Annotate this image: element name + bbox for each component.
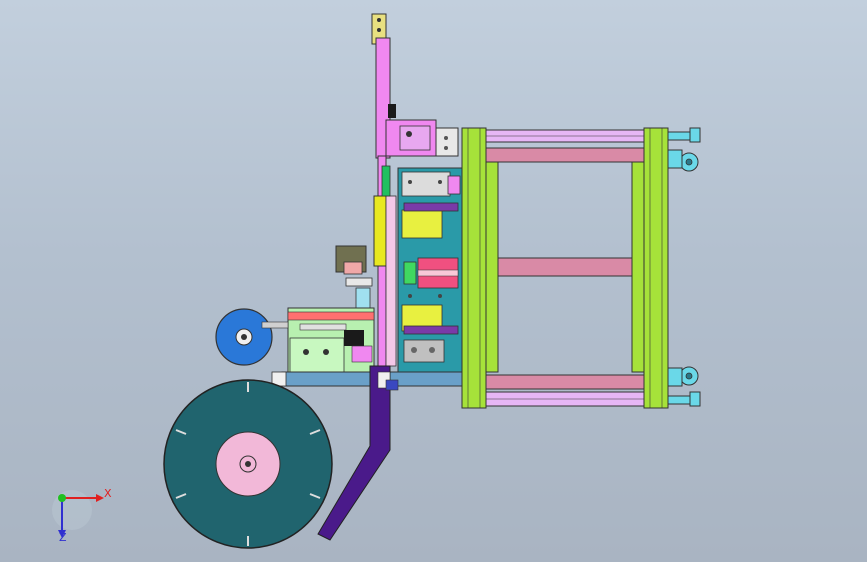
z-axis-label: Z <box>59 531 67 544</box>
caster-top <box>667 127 701 172</box>
machine-frame <box>461 127 701 409</box>
feeder-box <box>287 307 375 379</box>
y-axis-dot <box>58 494 66 502</box>
x-axis-label: X <box>104 487 112 500</box>
cad-model-drawing: X Z <box>52 13 701 549</box>
yellow-rail <box>373 195 387 267</box>
frame-post-inner-left <box>485 161 499 373</box>
frame-post-left <box>461 127 487 409</box>
mounting-plate <box>397 167 463 375</box>
cad-viewport[interactable]: X Z <box>0 0 867 562</box>
frame-rail-bottom-back <box>469 374 649 390</box>
cylinder-upper <box>401 209 443 239</box>
sensor-bracket <box>335 245 373 309</box>
frame-rail-top <box>469 147 649 163</box>
caster-bottom <box>667 366 701 407</box>
small-tape-reel <box>215 308 289 366</box>
coordinate-triad: X Z <box>52 487 112 544</box>
frame-post-inner-right <box>631 161 645 373</box>
frame-post-right <box>643 127 669 409</box>
large-tape-reel <box>163 379 333 549</box>
